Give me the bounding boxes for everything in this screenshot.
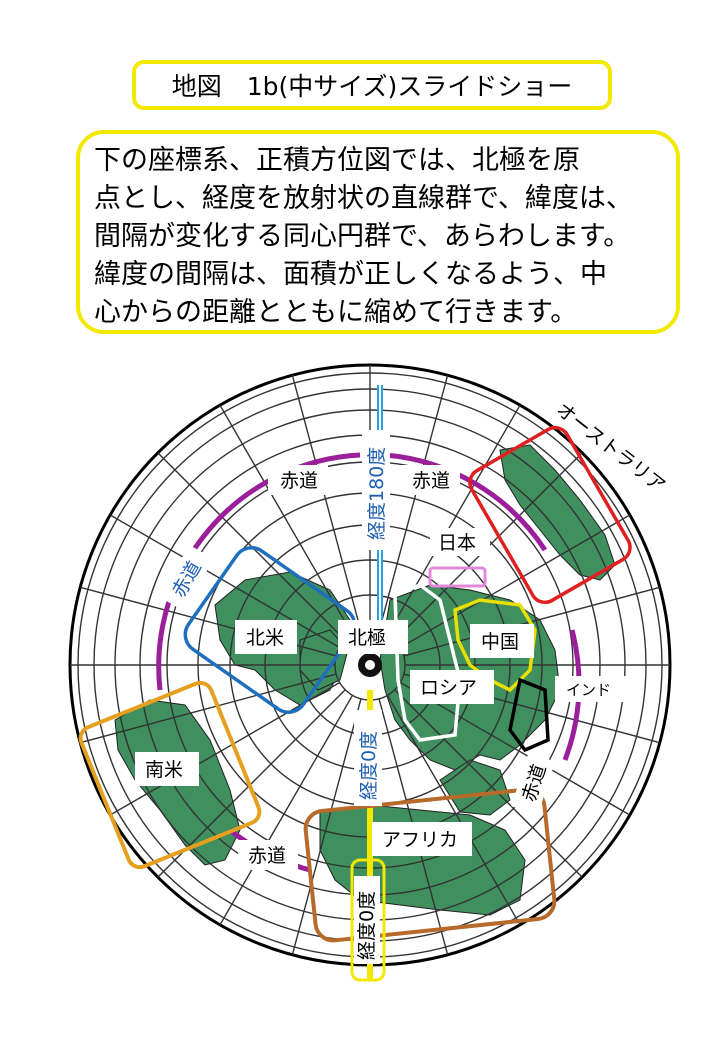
description-line-2: 点とし、経度を放射状の直線群で、緯度は、 <box>94 183 633 214</box>
label-longitude-0-upper: 経度0度 <box>358 731 380 800</box>
label-equator-3: 赤道 <box>248 845 286 867</box>
description-line-5: 心からの距離とともに縮めて行きます。 <box>94 297 578 328</box>
description-line-4: 緯度の間隔は、面積が正しくなるよう、中 <box>94 259 607 290</box>
label-longitude-180: 経度180度 <box>366 447 388 540</box>
label-russia: ロシア <box>420 677 477 699</box>
label-south-america: 南米 <box>145 759 183 781</box>
label-north-pole: 北極 <box>348 627 386 649</box>
label-equator-2: 赤道 <box>412 470 450 492</box>
label-india: インド <box>566 681 611 699</box>
north-pole-dot <box>365 660 375 670</box>
label-japan: 日本 <box>438 532 476 554</box>
title-box: 地図 1b(中サイズ)スライドショー <box>132 60 612 110</box>
description-line-3: 間隔が変化する同心円群で、あらわします。 <box>94 221 631 252</box>
description-line-1: 下の座標系、正積方位図では、北極を原 <box>94 145 580 176</box>
label-china: 中国 <box>481 631 519 653</box>
page-title: 地図 1b(中サイズ)スライドショー <box>171 72 573 101</box>
description-box: 下の座標系、正積方位図では、北極を原 点とし、経度を放射状の直線群で、緯度は、 … <box>76 130 680 334</box>
label-longitude-0-lower: 経度0度 <box>356 891 378 960</box>
label-north-america: 北米 <box>246 627 284 649</box>
label-equator-1: 赤道 <box>280 470 318 492</box>
label-africa: アフリカ <box>382 829 458 851</box>
azimuthal-equal-area-map: 赤道 赤道 赤道 赤道 赤道 経度180度 経度0度 経度0度 オーストラリア … <box>68 363 672 982</box>
